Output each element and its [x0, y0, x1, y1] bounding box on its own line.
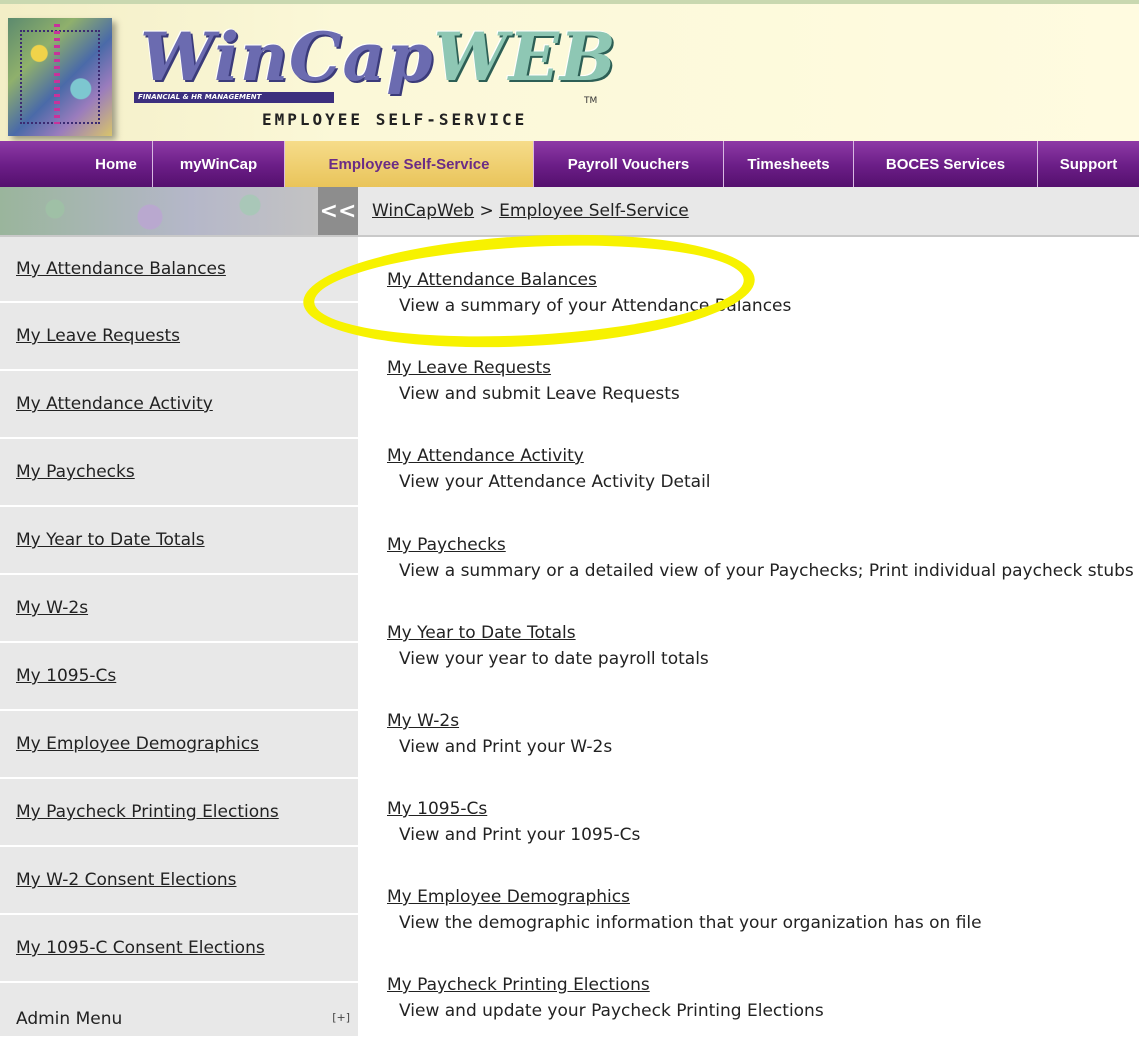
sidebar-item-1095cs[interactable]: My 1095-Cs	[0, 643, 358, 711]
sidebar-item-label: My W-2 Consent Elections	[16, 870, 237, 890]
sidebar-item-attendance-activity[interactable]: My Attendance Activity	[0, 371, 358, 439]
sidebar-item-label: My W-2s	[16, 598, 89, 618]
sidebar-item-paychecks[interactable]: My Paychecks	[0, 439, 358, 507]
brand-accent-text: WEB	[433, 18, 617, 96]
admin-menu[interactable]: Admin Menu [+]	[0, 999, 358, 1039]
item-description: View and submit Leave Requests	[399, 384, 680, 404]
item-description: View a summary of your Attendance Balanc…	[399, 296, 792, 316]
header-banner: WinCapWEB FINANCIAL & HR MANAGEMENT TM E…	[0, 0, 1139, 141]
breadcrumb-bar: << WinCapWeb > Employee Self-Service	[0, 187, 1139, 237]
list-item: My Leave Requests View and submit Leave …	[387, 355, 680, 407]
sidebar-item-attendance-balances[interactable]: My Attendance Balances	[0, 237, 358, 303]
sidebar-item-label: My Attendance Balances	[16, 259, 226, 279]
logo-dots-decoration	[54, 24, 60, 124]
item-description: View and Print your 1095-Cs	[399, 825, 641, 845]
tab-support[interactable]: Support	[1038, 141, 1139, 187]
admin-menu-label: Admin Menu	[16, 1009, 123, 1029]
sidebar-item-label: My 1095-C Consent Elections	[16, 938, 265, 958]
sidebar-item-paycheck-printing-elections[interactable]: My Paycheck Printing Elections	[0, 779, 358, 847]
expand-icon[interactable]: [+]	[332, 1011, 350, 1024]
item-description: View and update your Paycheck Printing E…	[399, 1001, 824, 1021]
sidebar-item-label: My Leave Requests	[16, 326, 181, 346]
sidebar: My Attendance Balances My Leave Requests…	[0, 237, 358, 1036]
sidebar-item-w2-consent-elections[interactable]: My W-2 Consent Elections	[0, 847, 358, 915]
tab-payroll-vouchers[interactable]: Payroll Vouchers	[534, 141, 724, 187]
tab-timesheets[interactable]: Timesheets	[724, 141, 854, 187]
sidebar-item-label: My Paychecks	[16, 462, 135, 482]
list-item: My Attendance Balances View a summary of…	[387, 267, 791, 319]
brand-wordmark: WinCapWEB	[140, 18, 617, 96]
sidebar-item-label: My Employee Demographics	[16, 734, 259, 754]
sidebar-item-label: My Year to Date Totals	[16, 530, 205, 550]
link-w2s[interactable]: My W-2s	[387, 708, 612, 734]
item-description: View your year to date payroll totals	[399, 649, 709, 669]
link-1095cs[interactable]: My 1095-Cs	[387, 796, 640, 822]
tab-employee-self-service[interactable]: Employee Self-Service	[285, 141, 534, 187]
main-content: My Attendance Balances View a summary of…	[358, 237, 1139, 1036]
sidebar-item-label: My 1095-Cs	[16, 666, 117, 686]
sidebar-item-leave-requests[interactable]: My Leave Requests	[0, 303, 358, 371]
tab-mywincap[interactable]: myWinCap	[153, 141, 285, 187]
item-description: View the demographic information that yo…	[399, 913, 982, 933]
sidebar-item-w2s[interactable]: My W-2s	[0, 575, 358, 643]
sidebar-item-label: My Paycheck Printing Elections	[16, 802, 279, 822]
sidebar-item-year-to-date-totals[interactable]: My Year to Date Totals	[0, 507, 358, 575]
link-attendance-activity[interactable]: My Attendance Activity	[387, 443, 711, 469]
logo-grid-decoration	[20, 30, 100, 124]
list-item: My Paycheck Printing Elections View and …	[387, 972, 824, 1024]
sidebar-header-decoration	[0, 187, 318, 235]
tab-boces-services[interactable]: BOCES Services	[854, 141, 1038, 187]
brand-tagline: FINANCIAL & HR MANAGEMENT	[134, 92, 334, 103]
breadcrumb-separator: >	[474, 201, 500, 221]
list-item: My Year to Date Totals View your year to…	[387, 620, 709, 672]
list-item: My Paychecks View a summary or a detaile…	[387, 532, 1134, 584]
breadcrumb-link-wincapweb[interactable]: WinCapWeb	[372, 201, 474, 221]
list-item: My Attendance Activity View your Attenda…	[387, 443, 711, 495]
list-item: My Employee Demographics View the demogr…	[387, 884, 982, 936]
item-description: View a summary or a detailed view of you…	[399, 561, 1134, 581]
link-paycheck-printing-elections[interactable]: My Paycheck Printing Elections	[387, 972, 824, 998]
list-item: My 1095-Cs View and Print your 1095-Cs	[387, 796, 640, 848]
link-employee-demographics[interactable]: My Employee Demographics	[387, 884, 982, 910]
sidebar-item-label: My Attendance Activity	[16, 394, 213, 414]
top-navigation: Home myWinCap Employee Self-Service Payr…	[0, 141, 1139, 187]
item-description: View and Print your W-2s	[399, 737, 613, 757]
link-paychecks[interactable]: My Paychecks	[387, 532, 1134, 558]
brand-main-text: WinCap	[140, 18, 434, 96]
double-chevron-left-icon: <<	[319, 198, 357, 224]
tab-home[interactable]: Home	[80, 141, 153, 187]
sidebar-item-1095c-consent-elections[interactable]: My 1095-C Consent Elections	[0, 915, 358, 983]
collapse-sidebar-button[interactable]: <<	[318, 187, 358, 235]
list-item: My W-2s View and Print your W-2s	[387, 708, 612, 760]
wincap-logo-art	[8, 18, 112, 136]
sidebar-item-employee-demographics[interactable]: My Employee Demographics	[0, 711, 358, 779]
item-description: View your Attendance Activity Detail	[399, 472, 711, 492]
link-attendance-balances[interactable]: My Attendance Balances	[387, 267, 791, 293]
brand-subtitle: EMPLOYEE SELF-SERVICE	[262, 110, 528, 129]
link-leave-requests[interactable]: My Leave Requests	[387, 355, 680, 381]
breadcrumb-link-employee-self-service[interactable]: Employee Self-Service	[499, 201, 689, 221]
breadcrumb: WinCapWeb > Employee Self-Service	[372, 201, 689, 221]
link-year-to-date-totals[interactable]: My Year to Date Totals	[387, 620, 709, 646]
trademark-mark: TM	[584, 96, 598, 106]
